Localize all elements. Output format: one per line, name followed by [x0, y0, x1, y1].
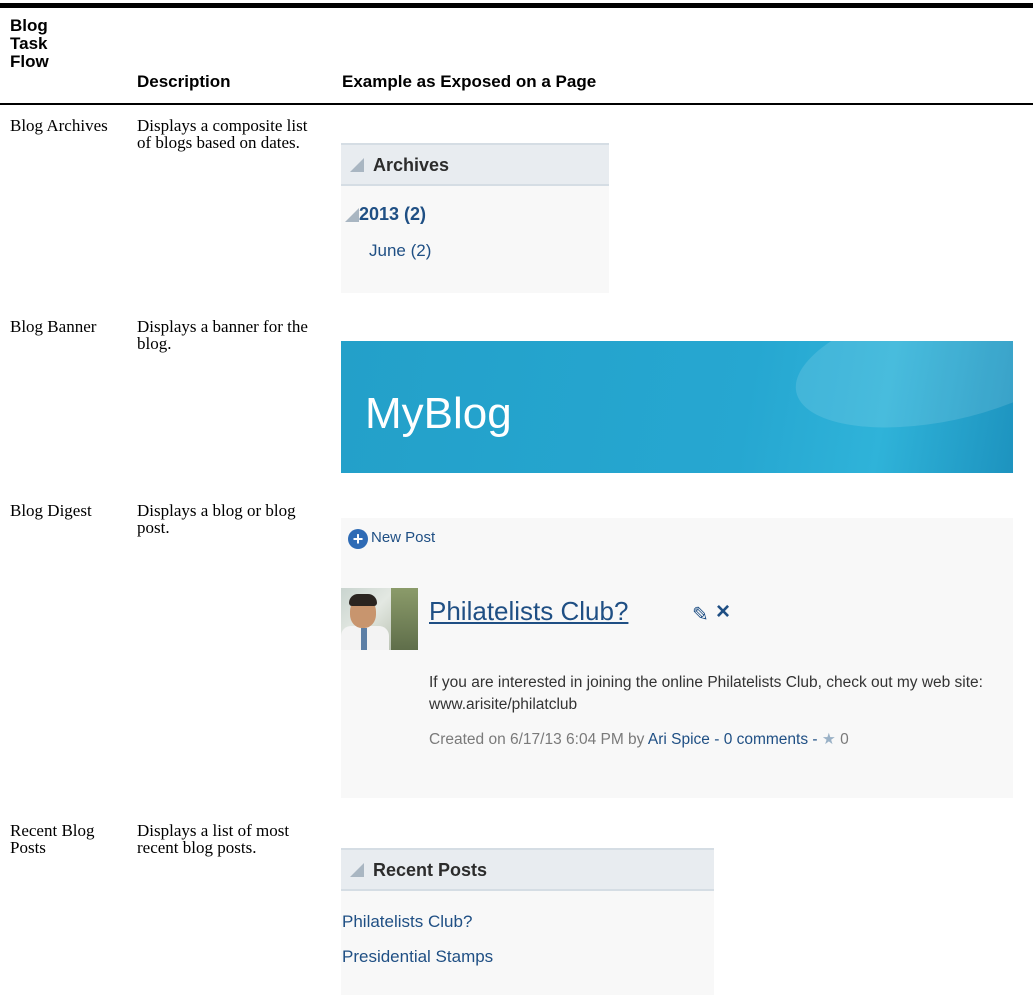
post-body: If you are interested in joining the onl…	[429, 674, 983, 713]
recent-post-link[interactable]: Philatelists Club?	[342, 912, 472, 932]
banner-decoration	[783, 341, 1013, 451]
recent-post-link[interactable]: Presidential Stamps	[342, 947, 493, 967]
avatar-tie	[361, 628, 367, 650]
avatar-background	[391, 588, 418, 650]
star-icon[interactable]: ★	[822, 731, 836, 748]
row-recent-description: Displays a list of most recent blog post…	[137, 821, 290, 857]
close-icon[interactable]: ×	[716, 598, 730, 626]
header-description: Description	[137, 72, 231, 91]
row-archives-description: Displays a composite list of blogs based…	[137, 116, 308, 152]
created-text: Created on 6/17/13 6:04 PM by	[429, 731, 645, 748]
archives-month-link[interactable]: June (2)	[369, 241, 431, 261]
post-meta: Created on 6/17/13 6:04 PM by Ari Spice …	[429, 730, 849, 749]
archives-year-link[interactable]: 2013 (2)	[359, 204, 426, 225]
archives-title: Archives	[373, 155, 450, 175]
blog-digest-panel: + New Post Philatelists Club? ✎ × If you…	[341, 518, 1013, 798]
table-top-rule	[0, 3, 1033, 8]
archives-panel-header[interactable]: Archives	[341, 143, 609, 186]
header-example: Example as Exposed on a Page	[342, 72, 597, 91]
recent-posts-header[interactable]: Recent Posts	[341, 848, 714, 891]
banner-title: MyBlog	[365, 389, 512, 438]
separator-2: -	[808, 731, 822, 748]
blog-banner: MyBlog	[341, 341, 1013, 473]
header-rule	[0, 103, 1033, 105]
header-blog-task-flow: Blog Task Flow	[10, 16, 49, 71]
row-recent-flow: Recent Blog Posts	[10, 821, 95, 857]
collapse-triangle-icon[interactable]	[350, 158, 364, 172]
comments-link[interactable]: 0 comments	[724, 731, 808, 748]
archives-panel: Archives 2013 (2) June (2)	[341, 143, 609, 293]
rating-count: 0	[840, 731, 849, 748]
plus-circle-icon[interactable]: +	[348, 529, 368, 549]
row-banner-description: Displays a banner for the blog.	[137, 317, 308, 353]
recent-posts-panel: Recent Posts Philatelists Club? Presiden…	[341, 848, 714, 995]
post-title-link[interactable]: Philatelists Club?	[429, 596, 628, 627]
row-archives-flow: Blog Archives	[10, 116, 108, 135]
pencil-icon[interactable]: ✎	[692, 602, 709, 627]
author-link[interactable]: Ari Spice	[648, 731, 710, 748]
row-digest-flow: Blog Digest	[10, 501, 92, 520]
author-avatar[interactable]	[341, 588, 418, 650]
separator-1: -	[709, 731, 724, 748]
expand-year-triangle-icon[interactable]	[345, 208, 359, 222]
recent-posts-title: Recent Posts	[373, 860, 488, 880]
new-post-link[interactable]: New Post	[371, 529, 435, 546]
row-digest-description: Displays a blog or blog post.	[137, 501, 296, 537]
row-banner-flow: Blog Banner	[10, 317, 97, 336]
collapse-triangle-icon[interactable]	[350, 863, 364, 877]
avatar-hair	[349, 594, 377, 606]
